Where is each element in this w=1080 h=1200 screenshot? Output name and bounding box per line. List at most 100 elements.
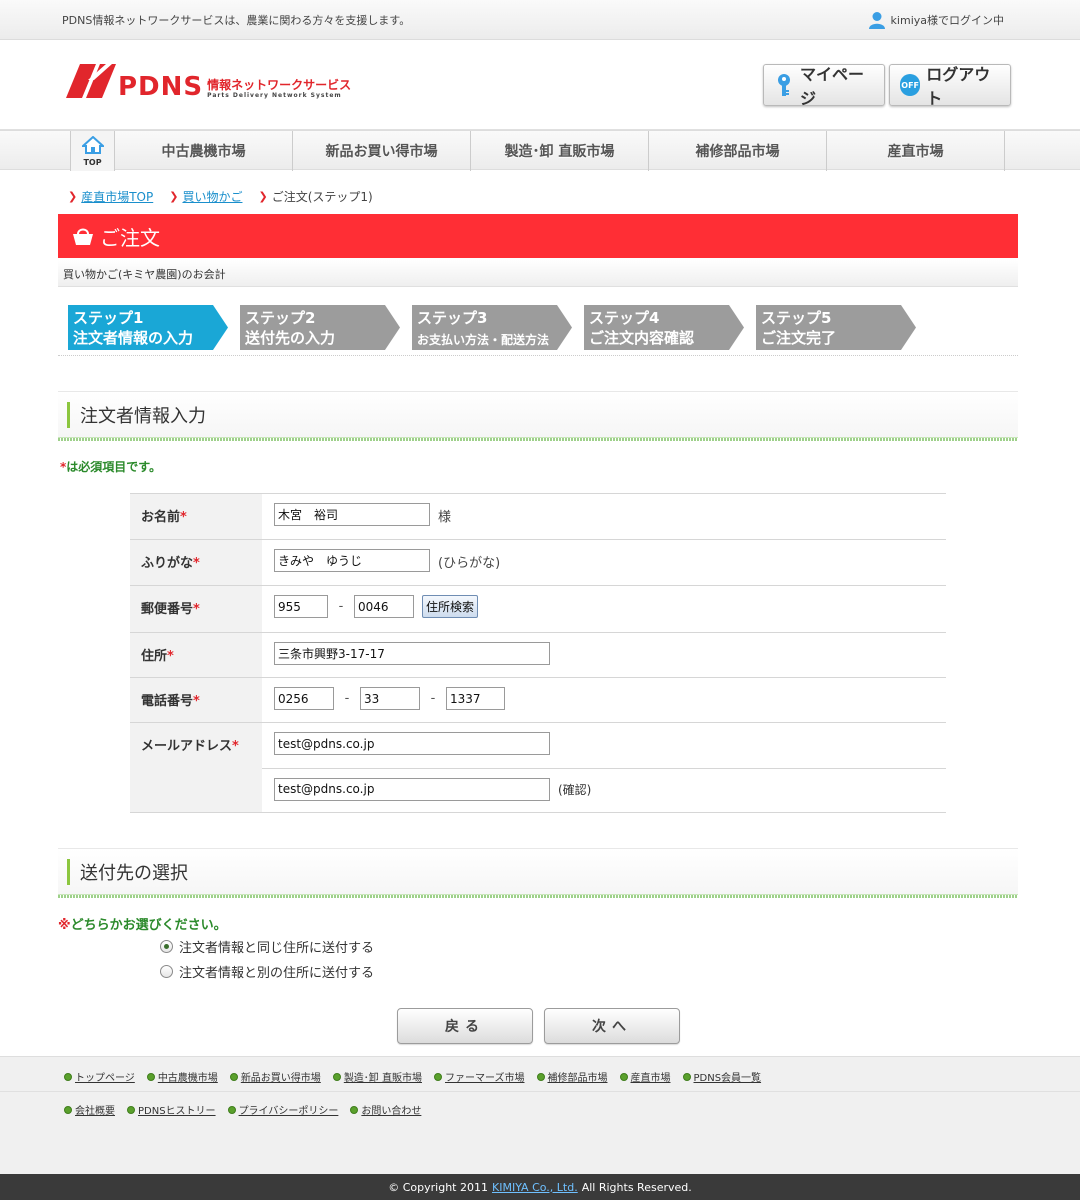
- site-header: PDNS 情報ネットワークサービス Parts Delivery Network…: [0, 40, 1080, 130]
- bullet-icon: [64, 1072, 72, 1081]
- name-input[interactable]: 木宮 裕司: [274, 503, 430, 526]
- postal-code-1-input[interactable]: 955: [274, 595, 328, 618]
- chevron-right-icon: ❯: [68, 190, 78, 203]
- bullet-icon: [227, 1105, 236, 1114]
- divider: [58, 355, 1018, 356]
- footer-link[interactable]: 産直市場: [631, 1069, 671, 1084]
- email-input[interactable]: test@pdns.co.jp: [274, 732, 550, 755]
- site-tagline: PDNS情報ネットワークサービスは、農業に関わる方々を支援します。: [62, 14, 411, 27]
- delivery-options: 注文者情報と同じ住所に送付する 注文者情報と別の住所に送付する: [160, 938, 374, 981]
- key-icon: [774, 73, 794, 97]
- postal-code-2-input[interactable]: 0046: [354, 595, 414, 618]
- bullet-icon: [64, 1105, 72, 1114]
- home-icon: [79, 135, 106, 157]
- bullet-icon: [127, 1105, 135, 1114]
- phone-1-input[interactable]: 0256: [274, 687, 334, 710]
- radio-unselected-icon[interactable]: [160, 965, 173, 978]
- step-4: ステップ4 ご注文内容確認: [584, 305, 744, 350]
- nav-used-machinery[interactable]: 中古農機市場: [115, 131, 293, 171]
- footer-link[interactable]: PDNS会員一覧: [694, 1069, 762, 1084]
- login-status: kimiya様でログイン中: [867, 10, 1004, 30]
- required-note: *は必須項目です。: [60, 460, 162, 474]
- nav-direct-sales[interactable]: 製造･卸 直販市場: [471, 131, 649, 171]
- power-off-icon: OFF: [900, 74, 921, 96]
- phone-2-input[interactable]: 33: [360, 687, 420, 710]
- breadcrumb-current: ご注文(ステップ1): [271, 190, 373, 204]
- step-1: ステップ1 注文者情報の入力: [68, 305, 228, 350]
- site-footer: トップページ 中古農機市場 新品お買い得市場 製造･卸 直販市場 ファーマーズ市…: [0, 1056, 1080, 1174]
- footer-link[interactable]: 補修部品市場: [548, 1069, 608, 1084]
- hiragana-hint: (ひらがな): [438, 556, 501, 571]
- logo-mark-icon: [66, 62, 116, 100]
- bullet-icon: [682, 1072, 691, 1081]
- footer-link[interactable]: プライバシーポリシー: [239, 1102, 339, 1117]
- phone-3-input[interactable]: 1337: [446, 687, 505, 710]
- order-steps: ステップ1 注文者情報の入力 ステップ2 送付先の入力 ステップ3 お支払い方法…: [68, 305, 916, 350]
- furigana-input[interactable]: きみや ゆうじ: [274, 549, 430, 572]
- delivery-option-different[interactable]: 注文者情報と別の住所に送付する: [160, 963, 374, 981]
- select-note: ※どちらかお選びください。: [58, 918, 227, 933]
- footer-links-secondary: 会社概要 PDNSヒストリー プライバシーポリシー お問い合わせ: [64, 1102, 421, 1117]
- nav-top-home[interactable]: TOP: [70, 131, 115, 171]
- form-row-name: お名前* 木宮 裕司 様: [130, 494, 946, 540]
- step-3: ステップ3 お支払い方法・配送方法: [412, 305, 572, 350]
- orderer-form: お名前* 木宮 裕司 様 ふりがな* きみや ゆうじ (ひらがな) 郵便番号* …: [130, 493, 946, 813]
- mypage-label: マイページ: [800, 65, 865, 108]
- breadcrumb-farm-top[interactable]: 産直市場TOP: [81, 188, 153, 205]
- login-status-text: kimiya様でログイン中: [890, 14, 1004, 27]
- form-row-email: メールアドレス* test@pdns.co.jp test@pdns.co.jp…: [130, 723, 946, 813]
- confirm-hint: (確認): [558, 782, 592, 797]
- address-input[interactable]: 三条市興野3-17-17: [274, 642, 550, 665]
- breadcrumb-cart[interactable]: 買い物かご: [182, 188, 242, 205]
- back-button[interactable]: 戻る: [397, 1008, 533, 1044]
- page-subtitle: 買い物かご(キミヤ農園)のお会計: [58, 260, 1018, 287]
- footer-link[interactable]: 中古農機市場: [158, 1069, 218, 1084]
- form-row-phone: 電話番号* 0256 - 33 - 1337: [130, 678, 946, 723]
- footer-link[interactable]: 製造･卸 直販市場: [344, 1069, 422, 1084]
- logo-en-text: Parts Delivery Network System: [207, 92, 342, 99]
- honorific-label: 様: [438, 510, 452, 525]
- page-title: ご注文: [100, 225, 160, 250]
- basket-icon: [72, 226, 94, 246]
- delivery-option-same[interactable]: 注文者情報と同じ住所に送付する: [160, 938, 374, 956]
- user-icon: [867, 10, 887, 30]
- nav-farm-market[interactable]: 産直市場: [827, 131, 1005, 171]
- footer-link[interactable]: 会社概要: [75, 1102, 115, 1117]
- footer-link[interactable]: お問い合わせ: [361, 1102, 421, 1117]
- chevron-right-icon: ❯: [169, 190, 179, 203]
- global-nav: TOP 中古農機市場 新品お買い得市場 製造･卸 直販市場 補修部品市場 産直市…: [0, 130, 1080, 171]
- next-button[interactable]: 次へ: [544, 1008, 680, 1044]
- bullet-icon: [146, 1072, 155, 1081]
- section-orderer-info: 注文者情報入力: [58, 391, 1018, 441]
- copyright-bar: © Copyright 2011 KIMIYA Co., Ltd. All Ri…: [0, 1174, 1080, 1200]
- bullet-icon: [434, 1072, 442, 1081]
- radio-selected-icon[interactable]: [160, 940, 173, 953]
- footer-links-primary: トップページ 中古農機市場 新品お買い得市場 製造･卸 直販市場 ファーマーズ市…: [64, 1069, 761, 1084]
- company-link[interactable]: KIMIYA Co., Ltd.: [492, 1181, 578, 1194]
- top-strip: PDNS情報ネットワークサービスは、農業に関わる方々を支援します。 kimiya…: [0, 0, 1080, 40]
- bullet-icon: [332, 1072, 341, 1081]
- nav-new-bargain[interactable]: 新品お買い得市場: [293, 131, 471, 171]
- step-2: ステップ2 送付先の入力: [240, 305, 400, 350]
- nav-repair-parts[interactable]: 補修部品市場: [649, 131, 827, 171]
- logo-jp-text: 情報ネットワークサービス: [207, 78, 352, 92]
- bullet-icon: [229, 1072, 238, 1081]
- footer-link[interactable]: PDNSヒストリー: [138, 1102, 216, 1117]
- pdns-logo[interactable]: PDNS 情報ネットワークサービス Parts Delivery Network…: [66, 62, 351, 100]
- section-delivery-select: 送付先の選択: [58, 848, 1018, 898]
- mypage-button[interactable]: マイページ: [763, 64, 885, 108]
- bullet-icon: [536, 1072, 545, 1081]
- bullet-icon: [619, 1072, 628, 1081]
- divider: [0, 1091, 1080, 1092]
- footer-link[interactable]: ファーマーズ市場: [445, 1069, 525, 1084]
- form-row-furigana: ふりがな* きみや ゆうじ (ひらがな): [130, 540, 946, 586]
- footer-link[interactable]: トップページ: [75, 1069, 135, 1084]
- address-search-button[interactable]: 住所検索: [422, 595, 479, 618]
- logout-button[interactable]: OFF ログアウト: [889, 64, 1011, 108]
- footer-link[interactable]: 新品お買い得市場: [241, 1069, 321, 1084]
- email-confirm-input[interactable]: test@pdns.co.jp: [274, 777, 550, 801]
- nav-top-label: TOP: [83, 157, 102, 167]
- form-row-postal: 郵便番号* 955 - 0046 住所検索: [130, 586, 946, 633]
- section-heading: 注文者情報入力: [80, 406, 206, 427]
- section-heading: 送付先の選択: [80, 863, 188, 884]
